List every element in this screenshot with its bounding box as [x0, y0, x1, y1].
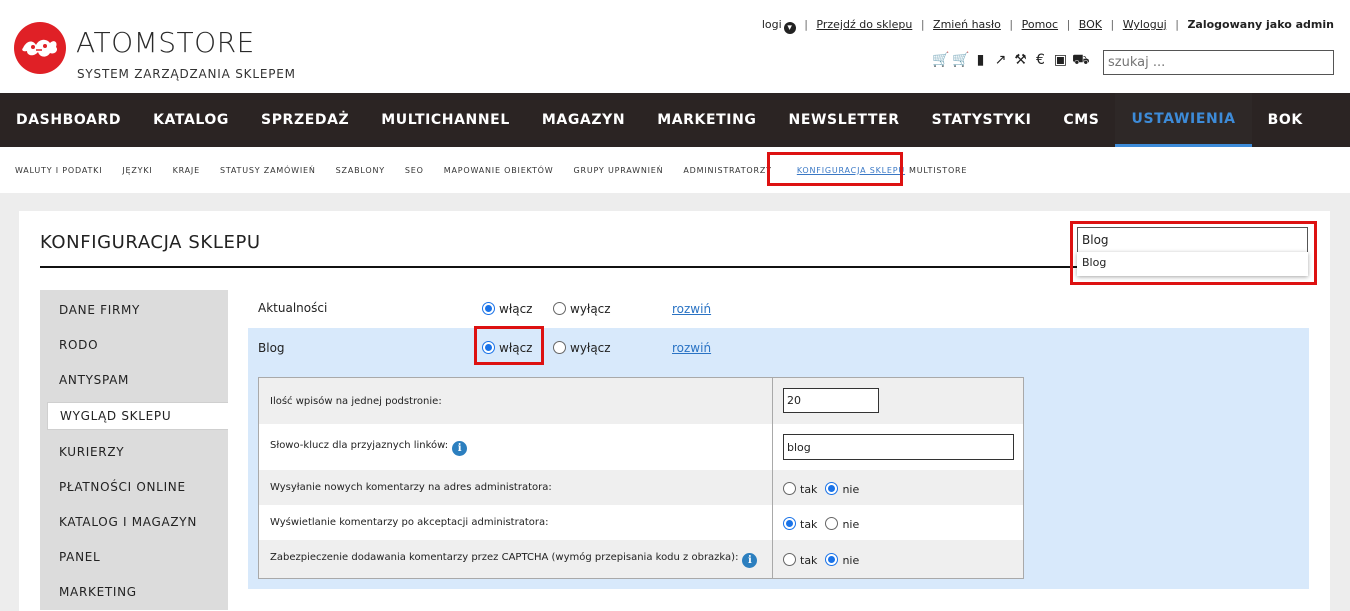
- subnav-statusy[interactable]: STATUSY ZAMÓWIEŃ: [220, 166, 316, 175]
- captcha-label-row: Zabezpieczenie dodawania komentarzy prze…: [270, 552, 758, 568]
- menu-platnosci-online[interactable]: PŁATNOŚCI ONLINE: [59, 480, 186, 494]
- keyword-label: Słowo-klucz dla przyjaznych linków:: [270, 440, 449, 451]
- menu-rodo[interactable]: RODO: [59, 338, 98, 352]
- radio-on[interactable]: [482, 302, 495, 315]
- money-icon[interactable]: ▣: [1052, 52, 1069, 69]
- highlight-search-box: [1070, 221, 1317, 285]
- aktualnosci-expand-link[interactable]: rozwiń: [672, 302, 711, 316]
- menu-dane-firmy[interactable]: DANE FIRMY: [59, 303, 140, 317]
- highlight-blog-on: [474, 326, 544, 365]
- atomstore-logo[interactable]: [14, 22, 66, 74]
- document-icon[interactable]: ▮: [972, 52, 989, 69]
- keyword-input[interactable]: [783, 434, 1014, 460]
- keyword-label-row: Słowo-klucz dla przyjaznych linków: i: [270, 440, 468, 456]
- show-after-accept-label: Wyświetlanie komentarzy po akceptacji ad…: [270, 517, 549, 528]
- module-label-blog: Blog: [258, 341, 285, 355]
- subnav-waluty[interactable]: WALUTY I PODATKI: [15, 166, 102, 175]
- subnav-szablony[interactable]: SZABLONY: [336, 166, 385, 175]
- blog-settings-table: Ilość wpisów na jednej podstronie: Słowo…: [258, 377, 1024, 579]
- send-comments-options: tak nie: [783, 482, 867, 496]
- cart-icon[interactable]: 🛒: [952, 52, 969, 69]
- column-divider: [772, 378, 773, 578]
- info-icon[interactable]: i: [742, 553, 758, 568]
- subnav-administratorzy[interactable]: ADMINISTRATORZY: [683, 166, 771, 175]
- bok-link[interactable]: BOK: [1079, 18, 1102, 31]
- captcha-label: Zabezpieczenie dodawania komentarzy prze…: [270, 552, 739, 563]
- radio-no[interactable]: [825, 553, 839, 566]
- send-comments-label: Wysyłanie nowych komentarzy na adres adm…: [270, 482, 552, 493]
- subnav-jezyki[interactable]: JĘZYKI: [122, 166, 152, 175]
- radio-yes[interactable]: [783, 553, 796, 566]
- posts-per-page-label: Ilość wpisów na jednej podstronie:: [270, 396, 442, 407]
- nav-marketing[interactable]: MARKETING: [641, 93, 772, 147]
- main-nav: DASHBOARD KATALOG SPRZEDAŻ MULTICHANNEL …: [0, 93, 1350, 147]
- menu-kurierzy[interactable]: KURIERZY: [59, 445, 124, 459]
- module-label-aktualnosci: Aktualności: [258, 301, 328, 315]
- blog-off-option[interactable]: wyłącz: [553, 341, 611, 355]
- subnav-grupy[interactable]: GRUPY UPRAWNIEŃ: [573, 166, 663, 175]
- menu-katalog-magazyn[interactable]: KATALOG I MAGAZYN: [59, 515, 197, 529]
- nav-multichannel[interactable]: MULTICHANNEL: [365, 93, 526, 147]
- radio-off[interactable]: [553, 302, 566, 315]
- arrow-down-circle-icon: ▾: [783, 22, 796, 34]
- radio-yes[interactable]: [783, 517, 796, 530]
- subnav-kraje[interactable]: KRAJE: [173, 166, 200, 175]
- radio-no[interactable]: [825, 517, 839, 530]
- share-icon[interactable]: ↗: [992, 52, 1009, 69]
- logi-link[interactable]: logi ▾: [762, 18, 796, 34]
- nav-statystyki[interactable]: STATYSTYKI: [916, 93, 1048, 147]
- top-links: logi ▾ | Przejdź do sklepu | Zmień hasło …: [761, 18, 1334, 34]
- brand-name: ATOMSTORE: [76, 26, 255, 59]
- blog-expand-link[interactable]: rozwiń: [672, 341, 711, 355]
- nav-ustawienia[interactable]: USTAWIENIA: [1115, 93, 1252, 147]
- cart-plus-icon[interactable]: 🛒: [932, 52, 949, 69]
- menu-panel[interactable]: PANEL: [59, 550, 100, 564]
- radio-off[interactable]: [553, 341, 566, 354]
- subnav-mapowanie[interactable]: MAPOWANIE OBIEKTÓW: [444, 166, 554, 175]
- nav-magazyn[interactable]: MAGAZYN: [526, 93, 641, 147]
- info-icon[interactable]: i: [452, 441, 468, 456]
- nav-dashboard[interactable]: DASHBOARD: [0, 93, 137, 147]
- sub-nav: WALUTY I PODATKI JĘZYKI KRAJE STATUSY ZA…: [0, 147, 1350, 193]
- brand-tagline: SYSTEM ZARZĄDZANIA SKLEPEM: [77, 67, 296, 81]
- show-after-accept-options: tak nie: [783, 517, 867, 531]
- logo-mark-icon: [22, 39, 58, 57]
- euro-icon[interactable]: €: [1032, 52, 1049, 69]
- truck-icon[interactable]: ⛟: [1072, 52, 1090, 69]
- nav-sprzedaz[interactable]: SPRZEDAŻ: [245, 93, 365, 147]
- menu-marketing[interactable]: MARKETING: [59, 585, 137, 599]
- nav-newsletter[interactable]: NEWSLETTER: [773, 93, 916, 147]
- highlight-subnav-box: [767, 152, 903, 186]
- help-link[interactable]: Pomoc: [1022, 18, 1058, 31]
- gavel-icon[interactable]: ⚒: [1012, 52, 1029, 69]
- menu-antyspam[interactable]: ANTYSPAM: [59, 373, 129, 387]
- aktualnosci-on-option[interactable]: włącz: [482, 302, 532, 316]
- go-to-store-link[interactable]: Przejdź do sklepu: [816, 18, 912, 31]
- subnav-seo[interactable]: SEO: [405, 166, 424, 175]
- page-title: KONFIGURACJA SKLEPU: [40, 232, 261, 253]
- global-search-input[interactable]: [1103, 50, 1334, 75]
- posts-per-page-input[interactable]: [783, 388, 879, 413]
- quick-icons: 🛒 🛒 ▮ ↗ ⚒ € ▣ ⛟: [932, 52, 1090, 69]
- logout-link[interactable]: Wyloguj: [1123, 18, 1167, 31]
- radio-yes[interactable]: [783, 482, 796, 495]
- captcha-options: tak nie: [783, 553, 867, 567]
- change-password-link[interactable]: Zmień hasło: [933, 18, 1001, 31]
- nav-bok[interactable]: BOK: [1252, 93, 1319, 147]
- nav-katalog[interactable]: KATALOG: [137, 93, 245, 147]
- logged-in-status: Zalogowany jako admin: [1187, 18, 1334, 31]
- subnav-multistore[interactable]: MULTISTORE: [909, 166, 967, 175]
- header: ATOMSTORE SYSTEM ZARZĄDZANIA SKLEPEM log…: [0, 0, 1350, 93]
- radio-no[interactable]: [825, 482, 839, 495]
- nav-cms[interactable]: CMS: [1047, 93, 1115, 147]
- menu-wyglad-sklepu[interactable]: WYGLĄD SKLEPU: [60, 409, 171, 423]
- aktualnosci-off-option[interactable]: wyłącz: [553, 302, 611, 316]
